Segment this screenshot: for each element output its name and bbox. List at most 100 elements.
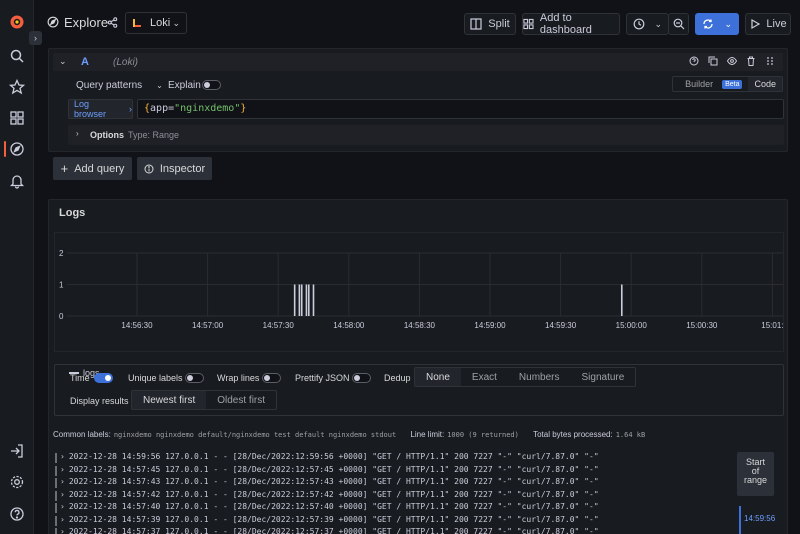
order-option-oldest-first[interactable]: Oldest first: [206, 391, 276, 409]
expand-row-icon[interactable]: ›: [60, 527, 65, 534]
prettify-json-toggle[interactable]: [352, 373, 371, 383]
dedup-option-exact[interactable]: Exact: [461, 368, 508, 386]
query-editor-row: ⌄ A (Loki) Query patterns ⌄ Explain Build…: [48, 48, 788, 152]
wrap-lines-label: Wrap lines: [217, 373, 260, 383]
expand-row-icon[interactable]: ›: [60, 490, 65, 503]
explain-toggle[interactable]: [202, 80, 221, 90]
log-line-text: 2022-12-28 14:57:45 127.0.0.1 - - [28/De…: [68, 464, 599, 474]
start-of-range-button[interactable]: Start of range: [737, 452, 774, 496]
code-mode-button[interactable]: Code: [748, 77, 782, 91]
log-level-marker: [55, 515, 57, 526]
log-row[interactable]: › 2022-12-28 14:57:45 127.0.0.1 - - [28/D…: [55, 465, 735, 478]
total-bytes-value: 1.64 kB: [615, 431, 646, 439]
logs-volume-chart: 0 1 2 14:56:30 14:57:00 14:57:30 14:58:00 14:58…: [59, 249, 784, 330]
query-options-toggle[interactable]: › Options Type: Range: [68, 125, 784, 145]
volume-bar[interactable]: [620, 284, 623, 317]
chevron-down-icon: ⌄: [172, 18, 180, 28]
dedup-option-signature[interactable]: Signature: [571, 368, 636, 386]
query-patterns-dropdown[interactable]: Query patterns ⌄: [76, 80, 163, 91]
query-ref-id[interactable]: A: [81, 56, 89, 68]
volume-bar[interactable]: [305, 284, 308, 317]
log-row[interactable]: › 2022-12-28 14:57:37 127.0.0.1 - - [28/D…: [55, 527, 735, 534]
starred-icon[interactable]: [7, 77, 27, 97]
drag-handle-icon[interactable]: [764, 55, 775, 67]
log-row[interactable]: › 2022-12-28 14:57:40 127.0.0.1 - - [28/D…: [55, 502, 735, 515]
chevron-down-icon[interactable]: ⌄: [59, 56, 67, 67]
common-labels-values: nginxdemo nginxdemo default/nginxdemo te…: [113, 431, 397, 439]
datasource-name: Loki: [150, 17, 171, 29]
dedup-option-none[interactable]: None: [415, 368, 461, 386]
logs-volume-graph[interactable]: 0 1 2 14:56:30 14:57:00 14:57:30 14:58:00 14:58…: [54, 232, 784, 378]
volume-bar[interactable]: [298, 284, 301, 317]
live-button[interactable]: Live: [745, 13, 791, 35]
expand-row-icon[interactable]: ›: [60, 502, 65, 515]
log-row[interactable]: › 2022-12-28 14:57:39 127.0.0.1 - - [28/D…: [55, 515, 735, 528]
log-navigation-marker[interactable]: 14:59:56: [739, 506, 781, 534]
time-toggle[interactable]: [94, 373, 113, 383]
unique-labels-toggle[interactable]: [185, 373, 204, 383]
inspector-button[interactable]: Inspector: [137, 157, 212, 180]
expand-row-icon[interactable]: ›: [60, 515, 65, 528]
volume-bar[interactable]: [293, 284, 296, 317]
chevron-down-icon: ⌄: [724, 18, 732, 29]
grafana-logo-icon[interactable]: [7, 12, 27, 32]
expand-row-icon[interactable]: ›: [60, 452, 65, 465]
search-icon[interactable]: [7, 46, 27, 66]
alerting-bell-icon[interactable]: [7, 171, 27, 191]
x-tick-label: 15:00:30: [686, 321, 718, 330]
wrap-lines-toggle[interactable]: [262, 373, 281, 383]
dedup-label: Dedup: [384, 373, 411, 383]
explore-icon[interactable]: [7, 139, 27, 159]
query-row-actions: [688, 55, 775, 67]
volume-bar[interactable]: [307, 284, 310, 317]
logs-panel-title: Logs: [59, 207, 86, 219]
datasource-picker[interactable]: Loki ⌄: [125, 12, 187, 34]
time-picker-button[interactable]: ⌄: [626, 13, 669, 35]
add-to-dashboard-button[interactable]: Add to dashboard: [522, 12, 620, 36]
log-line-text: 2022-12-28 14:57:37 127.0.0.1 - - [28/De…: [68, 527, 599, 534]
eye-icon[interactable]: [726, 55, 737, 67]
chevron-right-icon: ›: [76, 129, 79, 138]
zoom-out-icon: [673, 18, 684, 30]
unique-labels-label: Unique labels: [128, 373, 183, 383]
help-icon[interactable]: [688, 55, 699, 67]
share-icon[interactable]: [107, 17, 118, 28]
x-tick-label: 14:57:30: [263, 321, 295, 330]
help-icon[interactable]: [7, 504, 27, 524]
run-query-button[interactable]: ⌄: [695, 13, 739, 35]
query-row-header[interactable]: ⌄ A (Loki): [53, 53, 783, 71]
query-expression-input[interactable]: {app="nginxdemo"}: [137, 99, 784, 119]
total-bytes-label: Total bytes processed:: [533, 430, 613, 439]
duplicate-icon[interactable]: [707, 55, 718, 67]
explore-toolbar: Explore Loki ⌄ Split Add to dashboard ⌄ …: [34, 0, 800, 46]
editor-mode-switch: Builder Beta Code: [672, 76, 783, 92]
expand-row-icon[interactable]: ›: [60, 477, 65, 490]
volume-bar[interactable]: [312, 284, 315, 317]
order-segmented-control: Newest first Oldest first: [131, 390, 278, 410]
line-limit-value: 1000 (9 returned): [447, 431, 519, 439]
line-limit-label: Line limit:: [410, 430, 445, 439]
dashboards-icon[interactable]: [7, 108, 27, 128]
log-browser-button[interactable]: Log browser ›: [68, 99, 133, 119]
log-row[interactable]: › 2022-12-28 14:57:43 127.0.0.1 - - [28/D…: [55, 477, 735, 490]
log-row[interactable]: › 2022-12-28 14:57:42 127.0.0.1 - - [28/D…: [55, 490, 735, 503]
x-tick-label: 14:57:00: [192, 321, 224, 330]
add-query-button[interactable]: + Add query: [53, 157, 132, 180]
query-datasource-label: (Loki): [113, 57, 139, 68]
split-button[interactable]: Split: [464, 13, 516, 35]
plus-icon: +: [60, 161, 69, 176]
log-row[interactable]: › 2022-12-28 14:59:56 127.0.0.1 - - [28/D…: [55, 452, 735, 465]
volume-bar[interactable]: [300, 284, 303, 317]
expand-row-icon[interactable]: ›: [60, 465, 65, 478]
explain-label: Explain: [168, 80, 201, 91]
log-level-marker: [55, 478, 57, 488]
x-tick-label: 15:00:00: [616, 321, 648, 330]
zoom-out-button[interactable]: [668, 13, 689, 35]
x-tick-label: 14:59:00: [474, 321, 506, 330]
trash-icon[interactable]: [745, 55, 756, 67]
sign-in-icon[interactable]: [7, 441, 27, 461]
order-option-newest-first[interactable]: Newest first: [132, 391, 207, 409]
settings-gear-icon[interactable]: [7, 472, 27, 492]
dedup-option-numbers[interactable]: Numbers: [508, 368, 571, 386]
builder-mode-button[interactable]: Builder Beta: [673, 77, 748, 91]
